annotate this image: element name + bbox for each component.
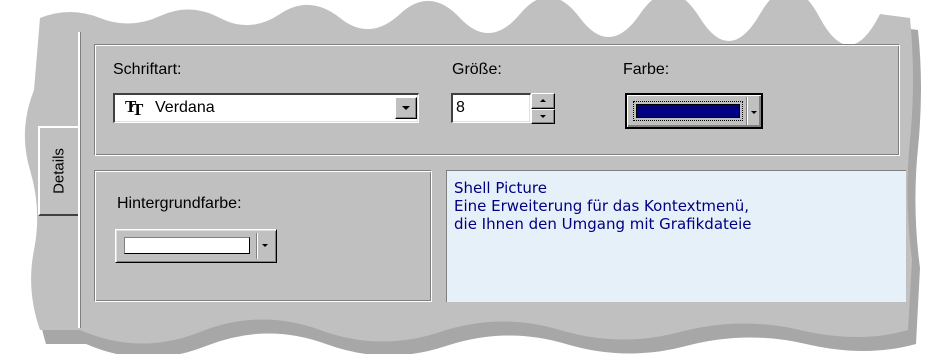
background-color-label: Hintergrundfarbe: <box>117 195 242 212</box>
tab-details[interactable]: Details <box>38 126 78 216</box>
size-label: Größe: <box>452 61 502 78</box>
tab-details-label: Details <box>50 148 68 194</box>
size-spin-up-button[interactable] <box>531 93 555 109</box>
color-swatch-fill <box>636 104 740 118</box>
size-spin-down-button[interactable] <box>531 109 555 124</box>
font-combobox[interactable]: TT Verdana <box>113 93 419 123</box>
preview-line-3: die Ihnen den Umgang mit Grafikdateie <box>454 215 752 233</box>
color-label: Farbe: <box>623 61 670 78</box>
spin-up-icon <box>540 99 546 102</box>
background-dropdown-divider <box>256 233 257 259</box>
font-settings-panel: Schriftart: TT Verdana Größe: 8 Farbe: <box>94 44 900 156</box>
background-color-button[interactable] <box>115 229 277 263</box>
spin-down-icon <box>540 115 546 118</box>
chevron-down-icon <box>751 111 757 114</box>
size-input[interactable]: 8 <box>451 93 555 124</box>
color-dropdown-divider <box>746 97 747 125</box>
chevron-down-icon <box>262 244 268 247</box>
font-dropdown-button[interactable] <box>395 97 417 119</box>
preview-box: Shell Picture Eine Erweiterung für das K… <box>446 170 906 302</box>
preview-line-2: Eine Erweiterung für das Kontextmenü, <box>454 197 750 215</box>
preview-line-1: Shell Picture <box>454 179 547 197</box>
background-swatch <box>124 237 250 254</box>
chevron-down-icon <box>402 106 410 110</box>
truetype-font-icon: TT <box>125 97 144 119</box>
font-label: Schriftart: <box>113 61 182 78</box>
font-value: Verdana <box>155 99 215 116</box>
size-value: 8 <box>456 99 465 116</box>
color-picker-button[interactable] <box>625 93 763 129</box>
tab-body-edge <box>78 32 80 328</box>
background-panel: Hintergrundfarbe: <box>94 170 432 302</box>
color-swatch <box>633 101 743 121</box>
